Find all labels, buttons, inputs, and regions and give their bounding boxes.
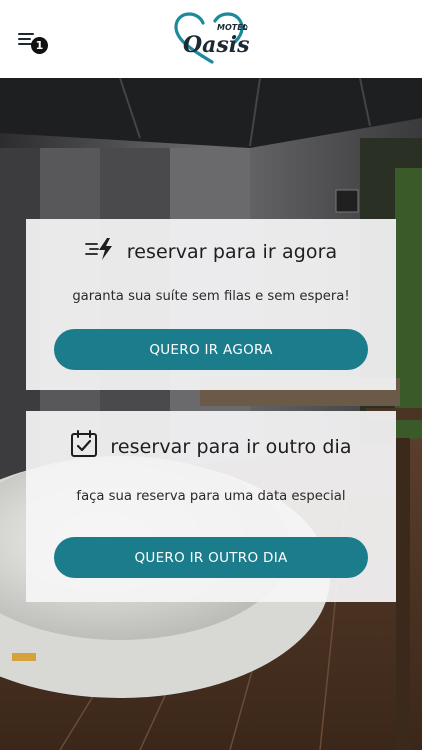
go-now-button[interactable]: QUERO IR AGORA (54, 329, 368, 370)
go-other-day-button[interactable]: QUERO IR OUTRO DIA (54, 537, 368, 578)
menu-button[interactable]: 1 (16, 26, 50, 56)
heart-logo-icon: MOTEL Oasis (174, 12, 250, 64)
logo-main-text: Oasis (183, 32, 250, 58)
motel-oasis-logo: MOTEL Oasis (170, 10, 256, 68)
reserve-other-day-title: reservar para ir outro dia (110, 435, 352, 458)
reserve-now-subtitle: garanta sua suíte sem filas e sem espera… (72, 289, 350, 304)
calendar-check-icon (70, 430, 98, 463)
fast-lightning-icon (84, 237, 115, 266)
reserve-other-day-subtitle: faça sua reserva para uma data especial (76, 489, 346, 504)
reserve-now-title: reservar para ir agora (126, 240, 338, 263)
reserve-other-day-title-row: reservar para ir outro dia (0, 430, 422, 463)
app-header: 1 MOTEL Oasis (0, 0, 422, 78)
notification-badge: 1 (31, 37, 48, 54)
reserve-now-title-row: reservar para ir agora (0, 237, 422, 266)
